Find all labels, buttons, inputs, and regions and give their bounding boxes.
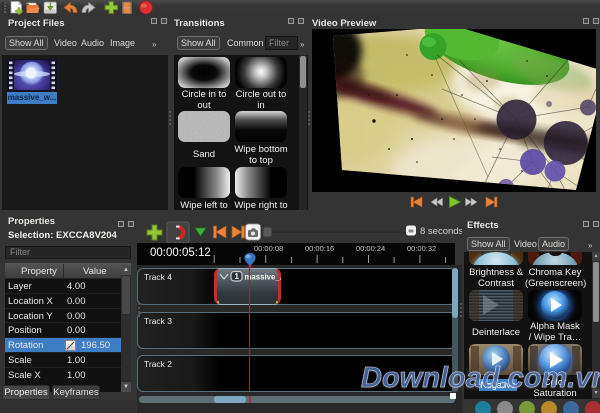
- svg-text:1: 1: [235, 272, 240, 281]
- svg-text:8 seconds: 8 seconds: [420, 226, 462, 237]
